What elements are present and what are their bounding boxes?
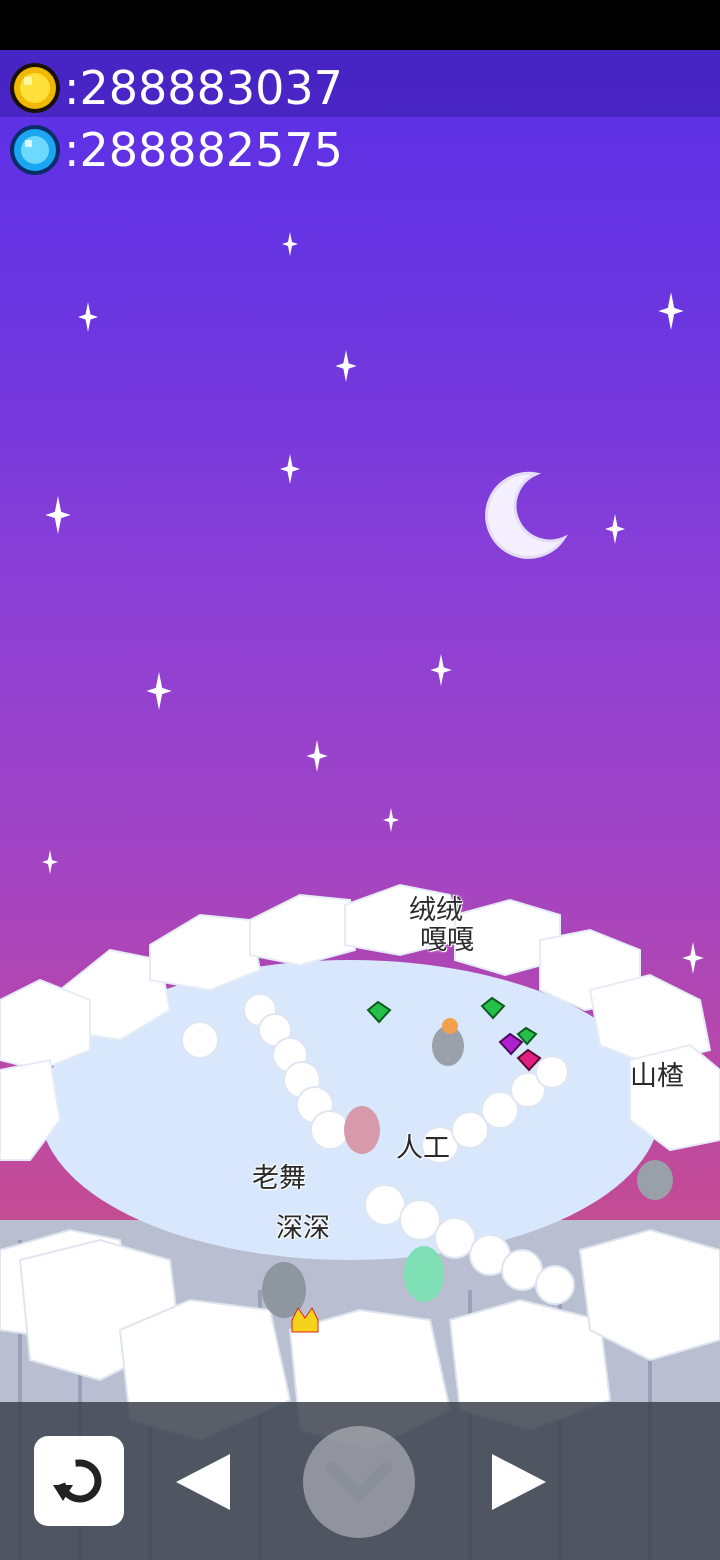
coin-count: :288883037 [64,61,343,115]
star-icon [430,654,452,686]
star-icon [146,672,172,710]
star-icon [658,292,684,330]
player-name-label: 深深 [276,1213,330,1244]
star-icon [605,514,625,544]
undo-icon [53,1459,102,1503]
player-name-label: 嘎嘎 [420,925,474,956]
star-icon [45,496,71,534]
star-icon [280,454,300,484]
moon-icon [478,468,574,564]
reset-button[interactable] [34,1436,124,1526]
gem-counter: :288882575 [8,120,343,180]
coin-counter: :288883037 [8,58,343,118]
checkmark-icon [326,1461,392,1501]
blue-gem-icon [8,123,62,177]
player-name-label: 人工 [396,1133,450,1164]
star-icon [306,740,328,772]
game-scene[interactable]: 绒绒 嘎嘎 山楂 人工 老舞 深深 [0,50,720,1560]
gold-coin-icon [8,61,62,115]
control-bar [0,1402,720,1560]
player-name-label: 山楂 [630,1061,684,1092]
right-arrow-icon [492,1454,546,1510]
left-arrow-icon [176,1454,230,1510]
player-name-label: 老舞 [252,1163,306,1194]
star-icon [78,302,98,332]
star-icon [335,350,357,382]
left-button[interactable] [172,1450,236,1514]
gem-count: :288882575 [64,123,343,177]
star-icon [282,232,298,256]
right-button[interactable] [486,1450,550,1514]
confirm-button[interactable] [303,1426,415,1538]
star-icon [383,808,399,832]
status-bar [0,0,720,50]
